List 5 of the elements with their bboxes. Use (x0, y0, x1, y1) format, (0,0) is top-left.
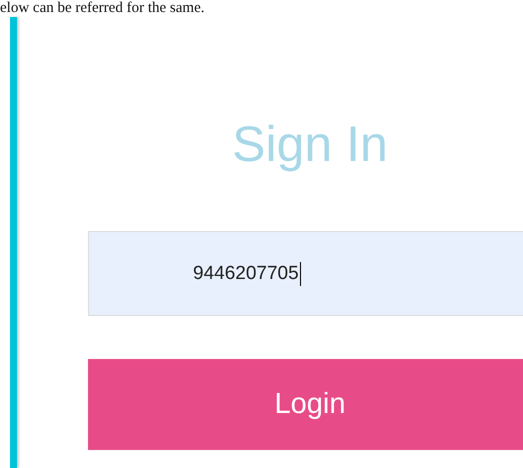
phone-field[interactable]: 9446207705 (88, 231, 523, 316)
intro-text: elow can be referred for the same. (0, 0, 204, 17)
sign-in-title: Sign In (232, 115, 388, 174)
text-cursor (300, 262, 301, 286)
login-button[interactable]: Login (88, 359, 523, 450)
